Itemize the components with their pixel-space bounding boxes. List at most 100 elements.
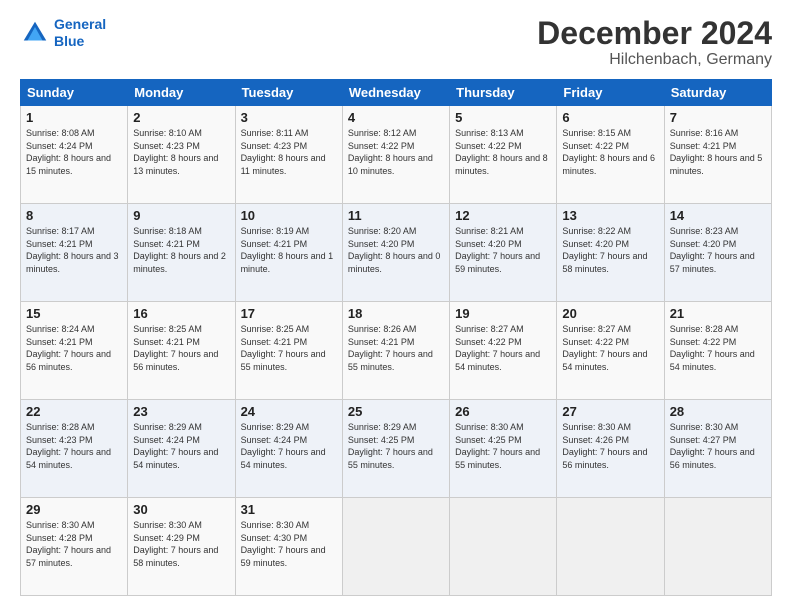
- logo-line2: Blue: [54, 33, 84, 49]
- day-info: Sunrise: 8:17 AM Sunset: 4:21 PM Dayligh…: [26, 225, 122, 275]
- calendar-header-tuesday: Tuesday: [235, 80, 342, 106]
- day-number: 8: [26, 208, 122, 223]
- calendar-cell: 26Sunrise: 8:30 AM Sunset: 4:25 PM Dayli…: [450, 400, 557, 498]
- day-number: 28: [670, 404, 766, 419]
- day-info: Sunrise: 8:21 AM Sunset: 4:20 PM Dayligh…: [455, 225, 551, 275]
- calendar-cell: [557, 498, 664, 596]
- calendar-cell: 14 Sunrise: 8:23 AM Sunset: 4:20 PM Dayli…: [664, 204, 771, 302]
- calendar-header-monday: Monday: [128, 80, 235, 106]
- calendar-header-wednesday: Wednesday: [342, 80, 449, 106]
- logo-icon: [20, 18, 50, 48]
- calendar-cell: 1 Sunrise: 8:08 AM Sunset: 4:24 PM Daylig…: [21, 106, 128, 204]
- day-info: Sunrise: 8:29 AM Sunset: 4:25 PM Dayligh…: [348, 421, 444, 471]
- day-info: Sunrise: 8:30 AM Sunset: 4:29 PM Dayligh…: [133, 519, 229, 569]
- calendar-header-saturday: Saturday: [664, 80, 771, 106]
- day-number: 11: [348, 208, 444, 223]
- logo-text: General Blue: [54, 16, 106, 50]
- calendar-cell: 16 Sunrise: 8:25 AM Sunset: 4:21 PM Dayli…: [128, 302, 235, 400]
- day-info: Sunrise: 8:24 AM Sunset: 4:21 PM Dayligh…: [26, 323, 122, 373]
- calendar-cell: 4Sunrise: 8:12 AM Sunset: 4:22 PM Daylig…: [342, 106, 449, 204]
- day-number: 20: [562, 306, 658, 321]
- calendar-cell: 28 Sunrise: 8:30 AM Sunset: 4:27 PM Dayli…: [664, 400, 771, 498]
- calendar-cell: 19Sunrise: 8:27 AM Sunset: 4:22 PM Dayli…: [450, 302, 557, 400]
- day-number: 13: [562, 208, 658, 223]
- day-info: Sunrise: 8:20 AM Sunset: 4:20 PM Dayligh…: [348, 225, 444, 275]
- main-title: December 2024: [537, 16, 772, 51]
- day-number: 10: [241, 208, 337, 223]
- day-info: Sunrise: 8:23 AM Sunset: 4:20 PM Dayligh…: [670, 225, 766, 275]
- day-number: 26: [455, 404, 551, 419]
- calendar-header-sunday: Sunday: [21, 80, 128, 106]
- day-number: 12: [455, 208, 551, 223]
- day-info: Sunrise: 8:30 AM Sunset: 4:30 PM Dayligh…: [241, 519, 337, 569]
- day-number: 16: [133, 306, 229, 321]
- header: General Blue December 2024 Hilchenbach, …: [20, 16, 772, 69]
- day-info: Sunrise: 8:30 AM Sunset: 4:27 PM Dayligh…: [670, 421, 766, 471]
- calendar-cell: 31Sunrise: 8:30 AM Sunset: 4:30 PM Dayli…: [235, 498, 342, 596]
- subtitle: Hilchenbach, Germany: [537, 51, 772, 69]
- day-number: 14: [670, 208, 766, 223]
- calendar-cell: [342, 498, 449, 596]
- day-number: 5: [455, 110, 551, 125]
- day-info: Sunrise: 8:10 AM Sunset: 4:23 PM Dayligh…: [133, 127, 229, 177]
- day-number: 15: [26, 306, 122, 321]
- calendar-week-4: 22 Sunrise: 8:28 AM Sunset: 4:23 PM Dayli…: [21, 400, 772, 498]
- calendar-cell: [664, 498, 771, 596]
- logo: General Blue: [20, 16, 106, 50]
- day-info: Sunrise: 8:29 AM Sunset: 4:24 PM Dayligh…: [133, 421, 229, 471]
- day-number: 4: [348, 110, 444, 125]
- day-number: 23: [133, 404, 229, 419]
- page: General Blue December 2024 Hilchenbach, …: [0, 0, 792, 612]
- calendar-cell: 15 Sunrise: 8:24 AM Sunset: 4:21 PM Dayli…: [21, 302, 128, 400]
- calendar-cell: 5 Sunrise: 8:13 AM Sunset: 4:22 PM Daylig…: [450, 106, 557, 204]
- calendar-cell: 23 Sunrise: 8:29 AM Sunset: 4:24 PM Dayli…: [128, 400, 235, 498]
- day-number: 25: [348, 404, 444, 419]
- calendar-cell: 3 Sunrise: 8:11 AM Sunset: 4:23 PM Daylig…: [235, 106, 342, 204]
- day-number: 21: [670, 306, 766, 321]
- calendar-week-5: 29 Sunrise: 8:30 AM Sunset: 4:28 PM Dayli…: [21, 498, 772, 596]
- day-info: Sunrise: 8:11 AM Sunset: 4:23 PM Dayligh…: [241, 127, 337, 177]
- day-number: 29: [26, 502, 122, 517]
- day-info: Sunrise: 8:22 AM Sunset: 4:20 PM Dayligh…: [562, 225, 658, 275]
- calendar-cell: 18Sunrise: 8:26 AM Sunset: 4:21 PM Dayli…: [342, 302, 449, 400]
- calendar-week-3: 15 Sunrise: 8:24 AM Sunset: 4:21 PM Dayli…: [21, 302, 772, 400]
- calendar-table: SundayMondayTuesdayWednesdayThursdayFrid…: [20, 79, 772, 596]
- day-info: Sunrise: 8:30 AM Sunset: 4:28 PM Dayligh…: [26, 519, 122, 569]
- calendar-cell: 6 Sunrise: 8:15 AM Sunset: 4:22 PM Daylig…: [557, 106, 664, 204]
- day-info: Sunrise: 8:25 AM Sunset: 4:21 PM Dayligh…: [133, 323, 229, 373]
- calendar-cell: 8 Sunrise: 8:17 AM Sunset: 4:21 PM Daylig…: [21, 204, 128, 302]
- calendar-cell: 2Sunrise: 8:10 AM Sunset: 4:23 PM Daylig…: [128, 106, 235, 204]
- day-info: Sunrise: 8:27 AM Sunset: 4:22 PM Dayligh…: [562, 323, 658, 373]
- calendar-cell: 29 Sunrise: 8:30 AM Sunset: 4:28 PM Dayli…: [21, 498, 128, 596]
- day-info: Sunrise: 8:27 AM Sunset: 4:22 PM Dayligh…: [455, 323, 551, 373]
- calendar-cell: 20 Sunrise: 8:27 AM Sunset: 4:22 PM Dayli…: [557, 302, 664, 400]
- day-info: Sunrise: 8:19 AM Sunset: 4:21 PM Dayligh…: [241, 225, 337, 275]
- day-info: Sunrise: 8:29 AM Sunset: 4:24 PM Dayligh…: [241, 421, 337, 471]
- day-number: 27: [562, 404, 658, 419]
- calendar-week-2: 8 Sunrise: 8:17 AM Sunset: 4:21 PM Daylig…: [21, 204, 772, 302]
- day-info: Sunrise: 8:16 AM Sunset: 4:21 PM Dayligh…: [670, 127, 766, 177]
- title-block: December 2024 Hilchenbach, Germany: [537, 16, 772, 69]
- day-number: 30: [133, 502, 229, 517]
- calendar-cell: 17Sunrise: 8:25 AM Sunset: 4:21 PM Dayli…: [235, 302, 342, 400]
- calendar-cell: 12 Sunrise: 8:21 AM Sunset: 4:20 PM Dayli…: [450, 204, 557, 302]
- day-number: 22: [26, 404, 122, 419]
- day-info: Sunrise: 8:26 AM Sunset: 4:21 PM Dayligh…: [348, 323, 444, 373]
- day-number: 1: [26, 110, 122, 125]
- logo-line1: General: [54, 16, 106, 32]
- day-number: 6: [562, 110, 658, 125]
- calendar-cell: 27Sunrise: 8:30 AM Sunset: 4:26 PM Dayli…: [557, 400, 664, 498]
- day-info: Sunrise: 8:13 AM Sunset: 4:22 PM Dayligh…: [455, 127, 551, 177]
- calendar-header-friday: Friday: [557, 80, 664, 106]
- calendar-cell: 11 Sunrise: 8:20 AM Sunset: 4:20 PM Dayli…: [342, 204, 449, 302]
- day-number: 9: [133, 208, 229, 223]
- day-number: 3: [241, 110, 337, 125]
- calendar-cell: 22 Sunrise: 8:28 AM Sunset: 4:23 PM Dayli…: [21, 400, 128, 498]
- day-number: 17: [241, 306, 337, 321]
- day-info: Sunrise: 8:15 AM Sunset: 4:22 PM Dayligh…: [562, 127, 658, 177]
- day-info: Sunrise: 8:28 AM Sunset: 4:23 PM Dayligh…: [26, 421, 122, 471]
- day-number: 24: [241, 404, 337, 419]
- day-number: 7: [670, 110, 766, 125]
- day-info: Sunrise: 8:08 AM Sunset: 4:24 PM Dayligh…: [26, 127, 122, 177]
- calendar-cell: 25 Sunrise: 8:29 AM Sunset: 4:25 PM Dayli…: [342, 400, 449, 498]
